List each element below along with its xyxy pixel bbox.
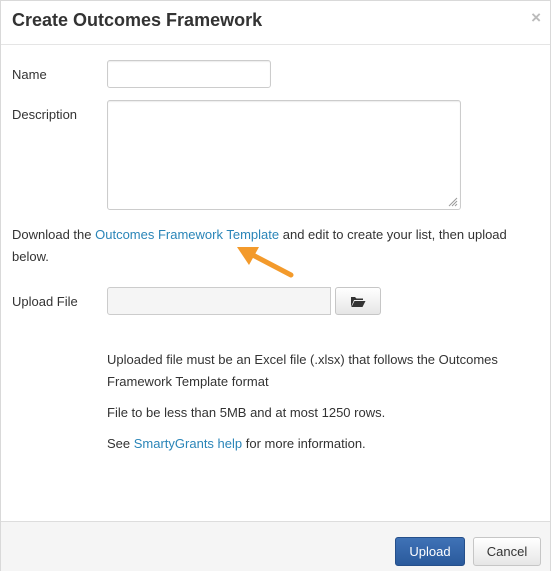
name-label: Name xyxy=(12,67,47,82)
help-suffix: for more information. xyxy=(242,436,366,451)
arrow-pointer-icon xyxy=(237,247,294,278)
dialog-title: Create Outcomes Framework xyxy=(12,10,263,30)
file-format-note: Uploaded file must be an Excel file (.xl… xyxy=(107,352,498,389)
download-prefix: Download the xyxy=(12,227,96,242)
upload-file-label: Upload File xyxy=(12,294,78,309)
create-outcomes-framework-dialog: Create Outcomes Framework × Name Descrip… xyxy=(0,0,551,571)
smartygrants-help-link[interactable]: SmartyGrants help xyxy=(134,436,242,451)
resize-grip-icon[interactable] xyxy=(448,197,458,207)
file-size-note: File to be less than 5MB and at most 125… xyxy=(107,405,386,420)
close-icon[interactable]: × xyxy=(531,9,541,26)
name-input[interactable] xyxy=(107,60,271,88)
upload-button[interactable]: Upload xyxy=(395,537,465,566)
dialog-footer: Upload Cancel xyxy=(1,521,550,571)
folder-open-icon xyxy=(351,296,366,307)
dialog-header: Create Outcomes Framework × xyxy=(1,1,550,45)
browse-file-button[interactable] xyxy=(335,287,381,315)
upload-file-input[interactable] xyxy=(107,287,331,315)
help-prefix: See xyxy=(107,436,134,451)
help-note: See SmartyGrants help for more informati… xyxy=(107,433,527,455)
outcomes-framework-template-link[interactable]: Outcomes Framework Template xyxy=(95,227,279,242)
description-textarea[interactable] xyxy=(107,100,461,210)
description-label: Description xyxy=(12,107,78,122)
cancel-button[interactable]: Cancel xyxy=(473,537,541,566)
